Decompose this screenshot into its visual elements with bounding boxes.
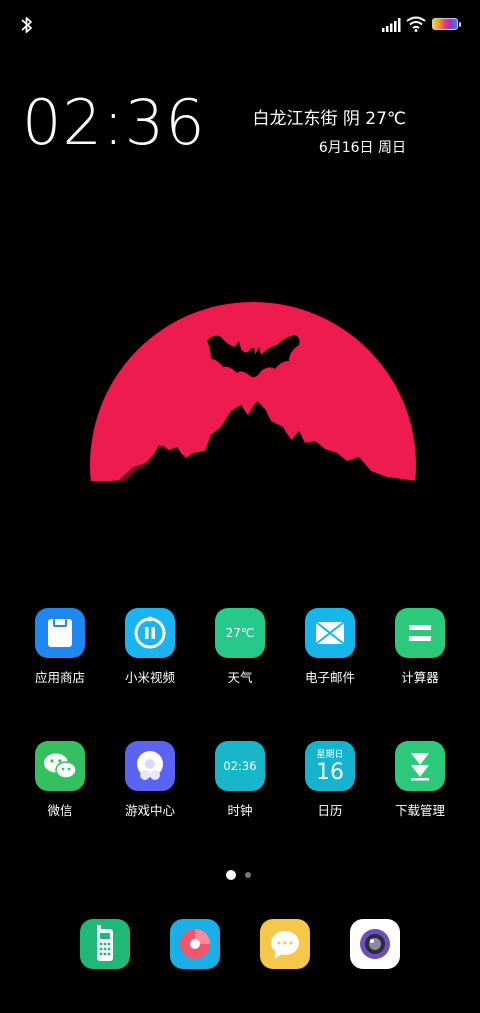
download-icon[interactable]	[395, 741, 445, 791]
clock-icon-time: 02:36	[223, 759, 257, 773]
video-icon[interactable]	[125, 608, 175, 658]
weather-icon-temp: 27℃	[225, 626, 255, 640]
app-wechat[interactable]: 微信	[15, 741, 105, 819]
app-label: 游戏中心	[124, 803, 175, 818]
phone-icon[interactable]	[80, 919, 130, 969]
calendar-weekday: 星期日	[316, 750, 344, 760]
app-label: 计算器	[401, 670, 439, 685]
app-label: 时钟	[227, 803, 253, 818]
calendar-day: 16	[316, 760, 344, 785]
messages-icon[interactable]	[260, 919, 310, 969]
battery-icon	[432, 18, 461, 30]
app-game-center[interactable]: 游戏中心	[105, 741, 195, 819]
app-label: 微信	[47, 803, 73, 818]
status-bar	[0, 0, 480, 52]
app-label: 电子邮件	[304, 670, 355, 685]
page-dot-active[interactable]	[226, 870, 236, 880]
app-store[interactable]: 应用商店	[15, 608, 105, 686]
page-dot[interactable]	[245, 872, 251, 878]
date-text: 6月16日 周日	[318, 140, 406, 156]
signal-icon	[382, 18, 401, 32]
wifi-icon	[406, 16, 426, 32]
app-label: 小米视频	[124, 670, 175, 685]
game-center-icon[interactable]	[125, 741, 175, 791]
app-clock[interactable]: 02:36 时钟	[195, 741, 285, 819]
wechat-icon[interactable]	[35, 741, 85, 791]
calculator-icon[interactable]	[395, 608, 445, 658]
app-label: 日历	[317, 803, 343, 818]
calendar-icon[interactable]: 星期日 16	[305, 741, 355, 791]
app-label: 天气	[227, 670, 253, 685]
music-icon[interactable]	[170, 919, 220, 969]
app-calculator[interactable]: 计算器	[375, 608, 465, 686]
bluetooth-icon	[21, 17, 32, 33]
app-store-icon[interactable]	[35, 608, 85, 658]
app-download-manager[interactable]: 下载管理	[375, 741, 465, 819]
clock-time[interactable]: 02:36	[22, 92, 206, 154]
clock-icon[interactable]: 02:36	[215, 741, 265, 791]
weather-icon[interactable]: 27℃	[215, 608, 265, 658]
camera-icon[interactable]	[350, 919, 400, 969]
app-mi-video[interactable]: 小米视频	[105, 608, 195, 686]
app-email[interactable]: 电子邮件	[285, 608, 375, 686]
app-calendar[interactable]: 星期日 16 日历	[285, 741, 375, 819]
weather-text[interactable]: 白龙江东街 阴 27℃	[252, 104, 406, 129]
app-weather[interactable]: 27℃ 天气	[195, 608, 285, 686]
bat-moon-illustration	[89, 301, 417, 485]
app-label: 应用商店	[34, 670, 85, 685]
app-label: 下载管理	[394, 803, 445, 818]
envelope-icon[interactable]	[305, 608, 355, 658]
